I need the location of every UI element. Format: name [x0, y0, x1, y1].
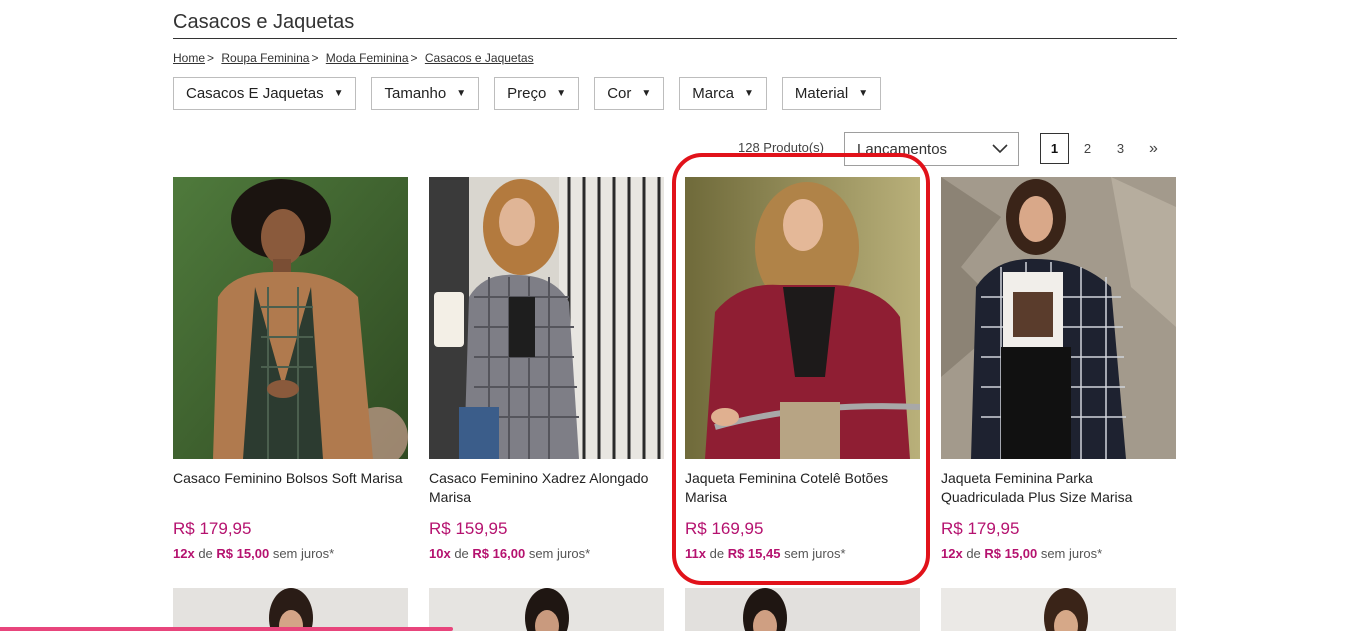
product-price: R$ 169,95	[685, 519, 764, 538]
installment-suffix: sem juros*	[1040, 546, 1103, 561]
product-card[interactable]: Casaco Feminino Xadrez Alongado Marisa R…	[429, 177, 664, 561]
product-image[interactable]	[429, 588, 664, 631]
filter-price-button[interactable]: Preço ▼	[494, 77, 580, 110]
filter-category-button[interactable]: Casacos E Jaquetas ▼	[173, 77, 357, 110]
product-price: R$ 179,95	[173, 519, 252, 538]
filter-label: Cor	[607, 85, 632, 102]
product-count: 128 Produto(s)	[738, 140, 824, 155]
page-3-button[interactable]: 3	[1106, 133, 1135, 164]
breadcrumb-casacos-e-jaquetas[interactable]: Casacos e Jaquetas	[425, 51, 534, 65]
product-image[interactable]	[685, 588, 920, 631]
product-price: R$ 159,95	[429, 519, 508, 538]
caret-down-icon: ▼	[456, 88, 467, 99]
product-card[interactable]: Jaqueta Feminina Parka Quadriculada Plus…	[941, 177, 1176, 561]
filter-size-button[interactable]: Tamanho ▼	[371, 77, 480, 110]
page-1-button[interactable]: 1	[1040, 133, 1069, 164]
product-image[interactable]	[173, 588, 408, 631]
installment-count: 12x	[173, 546, 195, 561]
product-installments: 11x de R$ 15,45 sem juros*	[685, 546, 920, 561]
product-name[interactable]: Casaco Feminino Xadrez Alongado Marisa	[429, 469, 664, 507]
installment-value: R$ 15,00	[984, 546, 1038, 561]
breadcrumb-separator: >	[311, 51, 319, 65]
installment-suffix: sem juros*	[784, 546, 846, 561]
next-page-button[interactable]: »	[1139, 133, 1168, 164]
product-card[interactable]: Jaqueta Feminina Cotelê Botões Marisa R$…	[685, 177, 920, 561]
product-installments: 12x de R$ 15,00 sem juros*	[941, 546, 1176, 561]
filter-brand-button[interactable]: Marca ▼	[679, 77, 767, 110]
page-2-button[interactable]: 2	[1073, 133, 1102, 164]
installment-value: R$ 16,00	[472, 546, 526, 561]
breadcrumb-separator: >	[207, 51, 215, 65]
caret-down-icon: ▼	[858, 88, 869, 99]
filter-label: Preço	[507, 85, 547, 102]
breadcrumb: Home > Roupa Feminina > Moda Feminina > Cas…	[173, 51, 534, 65]
breadcrumb-home[interactable]: Home	[173, 51, 205, 65]
product-card[interactable]: Casaco Feminino Bolsos Soft Marisa R$ 17…	[173, 177, 408, 561]
product-image[interactable]	[429, 177, 664, 459]
product-name[interactable]: Jaqueta Feminina Cotelê Botões Marisa	[685, 469, 920, 507]
product-listing-page: Casacos e Jaquetas Home > Roupa Feminina >…	[0, 0, 1348, 631]
product-installments: 10x de R$ 16,00 sem juros*	[429, 546, 664, 561]
caret-down-icon: ▼	[743, 88, 754, 99]
filter-material-button[interactable]: Material ▼	[781, 77, 882, 110]
installment-count: 11x	[685, 546, 706, 561]
product-image[interactable]	[685, 177, 920, 459]
installment-value: R$ 15,00	[216, 546, 270, 561]
page-title: Casacos e Jaquetas	[173, 11, 355, 33]
title-divider	[173, 38, 1177, 39]
pagination: 1 2 3 »	[1040, 133, 1172, 164]
filter-label: Material	[794, 85, 849, 102]
filter-label: Marca	[692, 85, 734, 102]
installment-suffix: sem juros*	[272, 546, 335, 561]
sort-value: Lançamentos	[857, 140, 948, 158]
installment-count: 12x	[941, 546, 963, 561]
breadcrumb-moda-feminina[interactable]: Moda Feminina	[326, 51, 409, 65]
product-image[interactable]	[941, 588, 1176, 631]
sort-select[interactable]: Lançamentos	[844, 132, 1019, 166]
installment-suffix: sem juros*	[528, 546, 591, 561]
caret-down-icon: ▼	[641, 88, 652, 99]
installment-value: R$ 15,45	[727, 546, 781, 561]
product-image[interactable]	[941, 177, 1176, 459]
installment-de: de	[198, 546, 213, 561]
chevron-down-icon	[992, 144, 1008, 154]
product-installments: 12x de R$ 15,00 sem juros*	[173, 546, 408, 561]
installment-de: de	[454, 546, 469, 561]
caret-down-icon: ▼	[333, 88, 344, 99]
filter-label: Casacos E Jaquetas	[186, 85, 324, 102]
filter-label: Tamanho	[384, 85, 447, 102]
product-name[interactable]: Casaco Feminino Bolsos Soft Marisa	[173, 469, 408, 507]
installment-count: 10x	[429, 546, 451, 561]
installment-de: de	[709, 546, 725, 561]
product-name[interactable]: Jaqueta Feminina Parka Quadriculada Plus…	[941, 469, 1176, 507]
product-price: R$ 179,95	[941, 519, 1020, 538]
breadcrumb-roupa-feminina[interactable]: Roupa Feminina	[221, 51, 309, 65]
product-image[interactable]	[173, 177, 408, 459]
filter-bar: Casacos E Jaquetas ▼ Tamanho ▼ Preço ▼ Cor ▼…	[173, 77, 882, 110]
installment-de: de	[966, 546, 981, 561]
breadcrumb-separator: >	[410, 51, 418, 65]
loading-progress-bar	[0, 627, 453, 631]
filter-color-button[interactable]: Cor ▼	[594, 77, 665, 110]
caret-down-icon: ▼	[556, 88, 567, 99]
